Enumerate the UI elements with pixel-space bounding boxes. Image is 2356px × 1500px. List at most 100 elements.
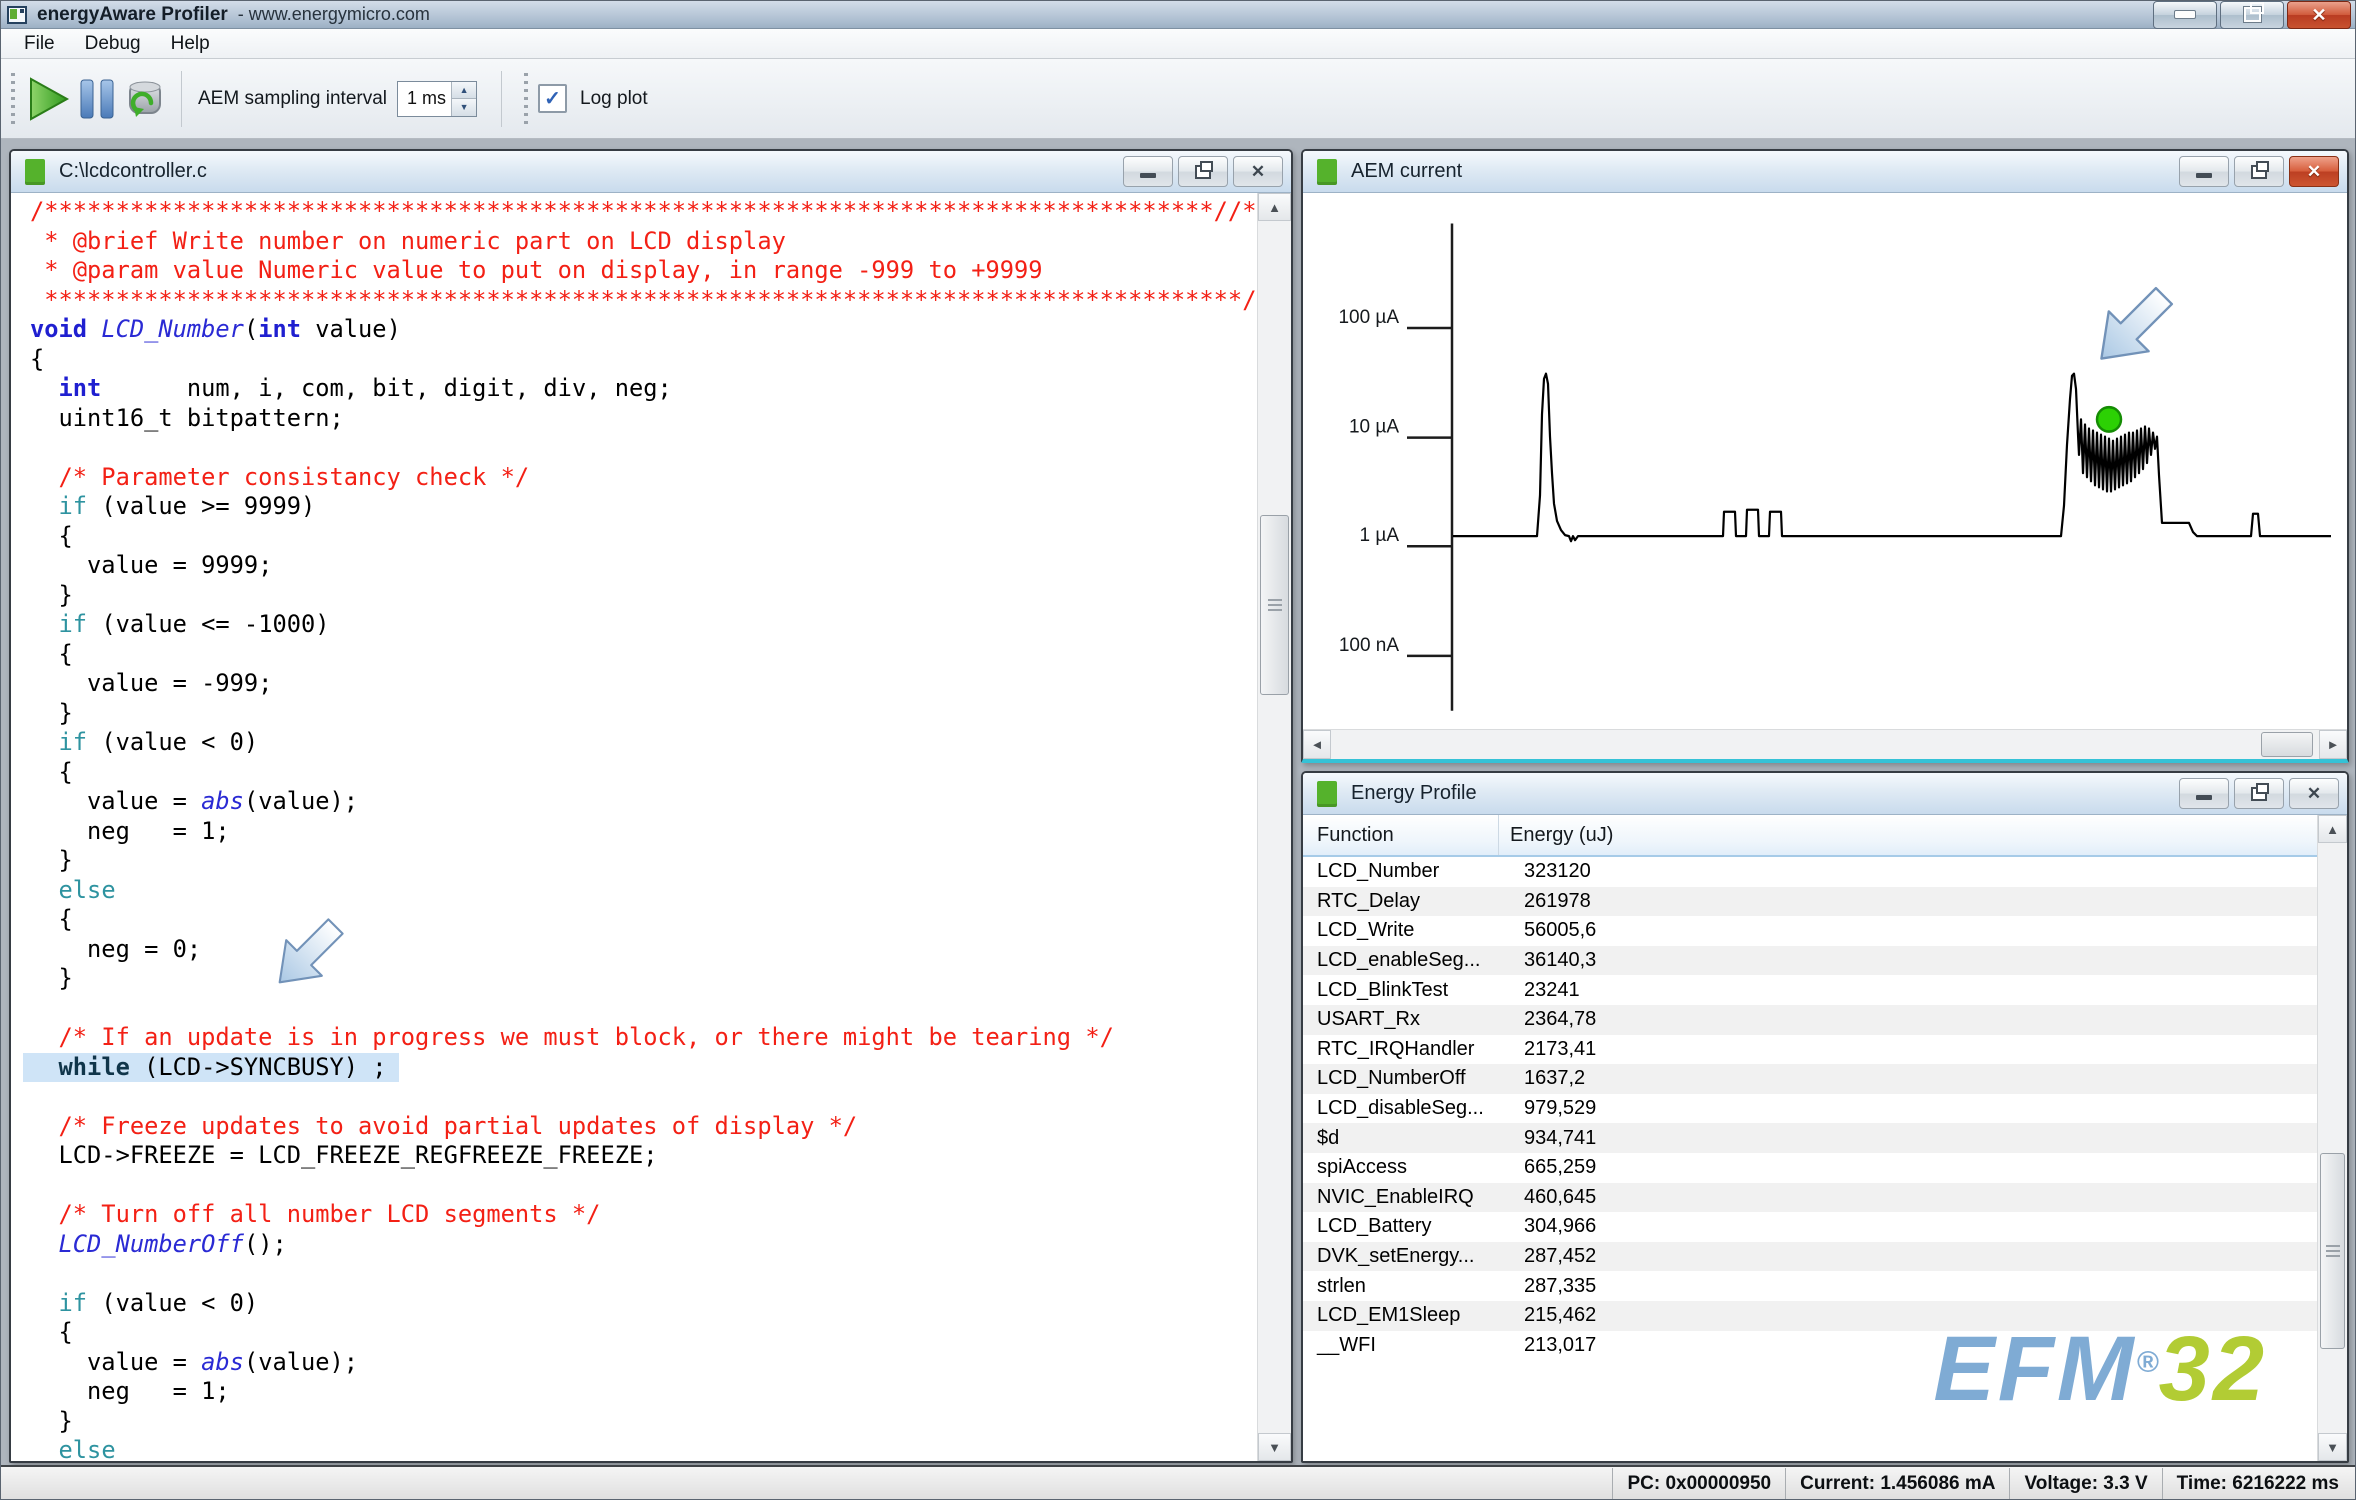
code-minimize-button[interactable]: [1123, 156, 1173, 187]
scroll-right-icon[interactable]: ►: [2319, 730, 2347, 759]
aem-window-titlebar[interactable]: AEM current ✕: [1303, 151, 2347, 193]
column-header-energy[interactable]: Energy (uJ): [1499, 815, 2317, 855]
code-line: if (value >= 9999): [11, 492, 1257, 522]
code-line: {: [11, 758, 1257, 788]
code-line: while (LCD->SYNCBUSY) ;: [11, 1053, 1257, 1083]
spinner-down-button[interactable]: ▼: [452, 99, 476, 116]
code-line: /* Freeze updates to avoid partial updat…: [11, 1112, 1257, 1142]
aem-close-button[interactable]: ✕: [2289, 156, 2339, 187]
energy-row[interactable]: LCD_Battery304,966: [1303, 1212, 2317, 1242]
play-icon: [28, 76, 70, 122]
energy-row[interactable]: USART_Rx2364,78: [1303, 1005, 2317, 1035]
code-line: neg = 0;: [11, 935, 1257, 965]
code-line: else: [11, 1436, 1257, 1461]
aem-plot[interactable]: 100 µA10 µA1 µA100 nA: [1303, 193, 2347, 729]
energy-row[interactable]: LCD_Write56005,6: [1303, 916, 2317, 946]
document-icon: [25, 159, 45, 185]
energy-row[interactable]: DVK_setEnergy...287,452: [1303, 1242, 2317, 1272]
restore-icon: [2251, 787, 2267, 801]
code-line: if (value < 0): [11, 1289, 1257, 1319]
energy-window-titlebar[interactable]: Energy Profile ✕: [1303, 773, 2347, 815]
sampling-interval-value: 1 ms: [398, 88, 451, 109]
title-bar: energyAware Profiler - www.energymicro.c…: [1, 1, 2356, 29]
scroll-up-icon[interactable]: ▲: [2318, 815, 2347, 843]
scroll-left-icon[interactable]: ◄: [1303, 730, 1331, 759]
code-line: [11, 1259, 1257, 1289]
menu-debug[interactable]: Debug: [70, 33, 156, 55]
minimize-icon: [2196, 173, 2212, 178]
code-line: [11, 433, 1257, 463]
close-icon: ✕: [2307, 785, 2321, 802]
log-plot-label: Log plot: [580, 88, 648, 110]
menu-help[interactable]: Help: [156, 33, 225, 55]
energy-row[interactable]: spiAccess665,259: [1303, 1153, 2317, 1183]
status-segment: Current: 1.456086 mA: [1785, 1468, 2009, 1500]
code-line: {: [11, 345, 1257, 375]
status-segment: PC: 0x00000950: [1612, 1468, 1785, 1500]
energy-row[interactable]: strlen287,335: [1303, 1271, 2317, 1301]
aem-scrollbar-thumb[interactable]: [2261, 732, 2313, 757]
code-editor[interactable]: /***************************************…: [11, 193, 1257, 1461]
code-line: value = -999;: [11, 669, 1257, 699]
energy-row[interactable]: LCD_BlinkTest23241: [1303, 975, 2317, 1005]
code-line: [11, 1082, 1257, 1112]
energy-row[interactable]: LCD_disableSeg...979,529: [1303, 1094, 2317, 1124]
code-line: /* Parameter consistancy check */: [11, 463, 1257, 493]
code-line: * @param value Numeric value to put on d…: [11, 256, 1257, 286]
minimize-icon: [2174, 10, 2196, 19]
source-code-window: C:\lcdcontroller.c ✕ /******************…: [9, 149, 1293, 1463]
log-plot-checkbox[interactable]: ✓: [538, 84, 567, 113]
column-header-function[interactable]: Function: [1303, 815, 1499, 855]
reset-button[interactable]: [121, 75, 169, 123]
close-icon: ✕: [1251, 163, 1265, 180]
code-window-titlebar[interactable]: C:\lcdcontroller.c ✕: [11, 151, 1291, 193]
energy-scrollbar-thumb[interactable]: [2320, 1153, 2345, 1349]
energy-row[interactable]: LCD_Number323120: [1303, 857, 2317, 887]
energy-row[interactable]: RTC_Delay261978: [1303, 887, 2317, 917]
aem-restore-button[interactable]: [2234, 156, 2284, 187]
sampling-interval-label: AEM sampling interval: [198, 88, 387, 110]
window-title: energyAware Profiler: [37, 4, 228, 26]
energy-row[interactable]: LCD_NumberOff1637,2: [1303, 1064, 2317, 1094]
code-line: /* If an update is in progress we must b…: [11, 1023, 1257, 1053]
energy-table-header: Function Energy (uJ): [1303, 815, 2317, 857]
aem-minimize-button[interactable]: [2179, 156, 2229, 187]
energy-close-button[interactable]: ✕: [2289, 778, 2339, 809]
profile-icon: [1317, 781, 1337, 807]
energy-table: Function Energy (uJ) LCD_Number323120RTC…: [1303, 815, 2317, 1461]
restore-button[interactable]: [2220, 1, 2284, 29]
svg-text:100 nA: 100 nA: [1339, 635, 1399, 656]
energy-scrollbar[interactable]: ▲ ▼: [2317, 815, 2347, 1461]
energy-row[interactable]: NVIC_EnableIRQ460,645: [1303, 1183, 2317, 1213]
status-segment: Voltage: 3.3 V: [2009, 1468, 2161, 1500]
scroll-up-icon[interactable]: ▲: [1258, 193, 1291, 221]
energy-restore-button[interactable]: [2234, 778, 2284, 809]
energy-row[interactable]: LCD_enableSeg...36140,3: [1303, 946, 2317, 976]
aem-window-title: AEM current: [1351, 160, 1462, 183]
scroll-down-icon[interactable]: ▼: [2318, 1433, 2347, 1461]
energy-window-title: Energy Profile: [1351, 782, 1477, 805]
code-restore-button[interactable]: [1178, 156, 1228, 187]
energy-minimize-button[interactable]: [2179, 778, 2229, 809]
sampling-interval-spinner[interactable]: 1 ms ▲ ▼: [397, 81, 477, 117]
minimize-button[interactable]: [2153, 1, 2217, 29]
code-line: /***************************************…: [11, 197, 1257, 227]
code-scrollbar-thumb[interactable]: [1260, 515, 1289, 695]
code-close-button[interactable]: ✕: [1233, 156, 1283, 187]
code-line: [11, 1171, 1257, 1201]
status-bar: PC: 0x00000950Current: 1.456086 mAVoltag…: [1, 1465, 2356, 1500]
aem-horizontal-scrollbar[interactable]: ◄ ►: [1303, 729, 2347, 759]
scroll-down-icon[interactable]: ▼: [1258, 1433, 1291, 1461]
code-scrollbar[interactable]: ▲ ▼: [1257, 193, 1291, 1461]
code-line: value = 9999;: [11, 551, 1257, 581]
close-button[interactable]: ✕: [2287, 1, 2351, 29]
code-line: /* Turn off all number LCD segments */: [11, 1200, 1257, 1230]
energy-row[interactable]: RTC_IRQHandler2173,41: [1303, 1035, 2317, 1065]
energy-row[interactable]: $d934,741: [1303, 1123, 2317, 1153]
efm32-logo: EFM®32: [1933, 1323, 2267, 1415]
restore-icon: [2244, 7, 2261, 22]
spinner-up-button[interactable]: ▲: [452, 82, 476, 100]
menu-file[interactable]: File: [9, 33, 70, 55]
pause-button[interactable]: [73, 75, 121, 123]
start-button[interactable]: [25, 75, 73, 123]
